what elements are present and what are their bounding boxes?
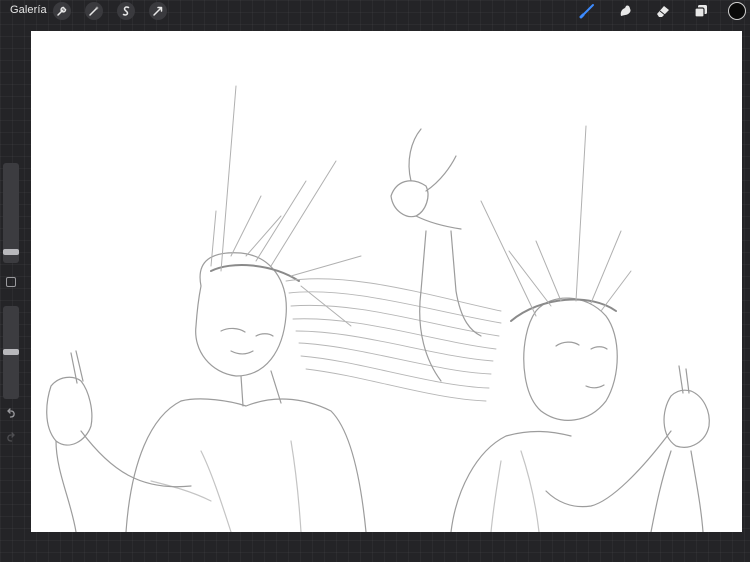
layers-icon[interactable] xyxy=(692,2,710,20)
transform-icon[interactable] xyxy=(149,2,167,20)
smudge-icon[interactable] xyxy=(616,2,634,20)
opacity-slider[interactable] xyxy=(3,306,19,399)
right-child-head xyxy=(523,297,618,421)
left-hand xyxy=(46,376,93,446)
brush-size-thumb[interactable] xyxy=(3,249,19,255)
undo-icon[interactable] xyxy=(5,407,17,419)
sidebar xyxy=(3,163,19,448)
opacity-thumb[interactable] xyxy=(3,349,19,355)
wrench-icon[interactable] xyxy=(53,2,71,20)
selection-icon[interactable] xyxy=(117,2,135,20)
right-child-body xyxy=(450,430,572,532)
bird xyxy=(390,180,429,218)
square-icon[interactable] xyxy=(6,277,16,287)
color-picker-button[interactable] xyxy=(728,2,746,20)
top-toolbar: Galería xyxy=(0,0,750,22)
flowing-hair xyxy=(285,278,502,402)
left-child-head xyxy=(195,252,287,377)
right-hand xyxy=(663,389,710,448)
pencil-sketch-artwork xyxy=(46,85,710,532)
eraser-icon[interactable] xyxy=(654,2,672,20)
magic-wand-icon[interactable] xyxy=(85,2,103,20)
gallery-button[interactable]: Galería xyxy=(10,4,47,16)
brush-icon[interactable] xyxy=(578,2,596,20)
drawing-canvas[interactable] xyxy=(31,31,742,532)
redo-icon[interactable] xyxy=(5,431,17,443)
left-child-body xyxy=(180,398,367,532)
brush-size-slider[interactable] xyxy=(3,163,19,263)
